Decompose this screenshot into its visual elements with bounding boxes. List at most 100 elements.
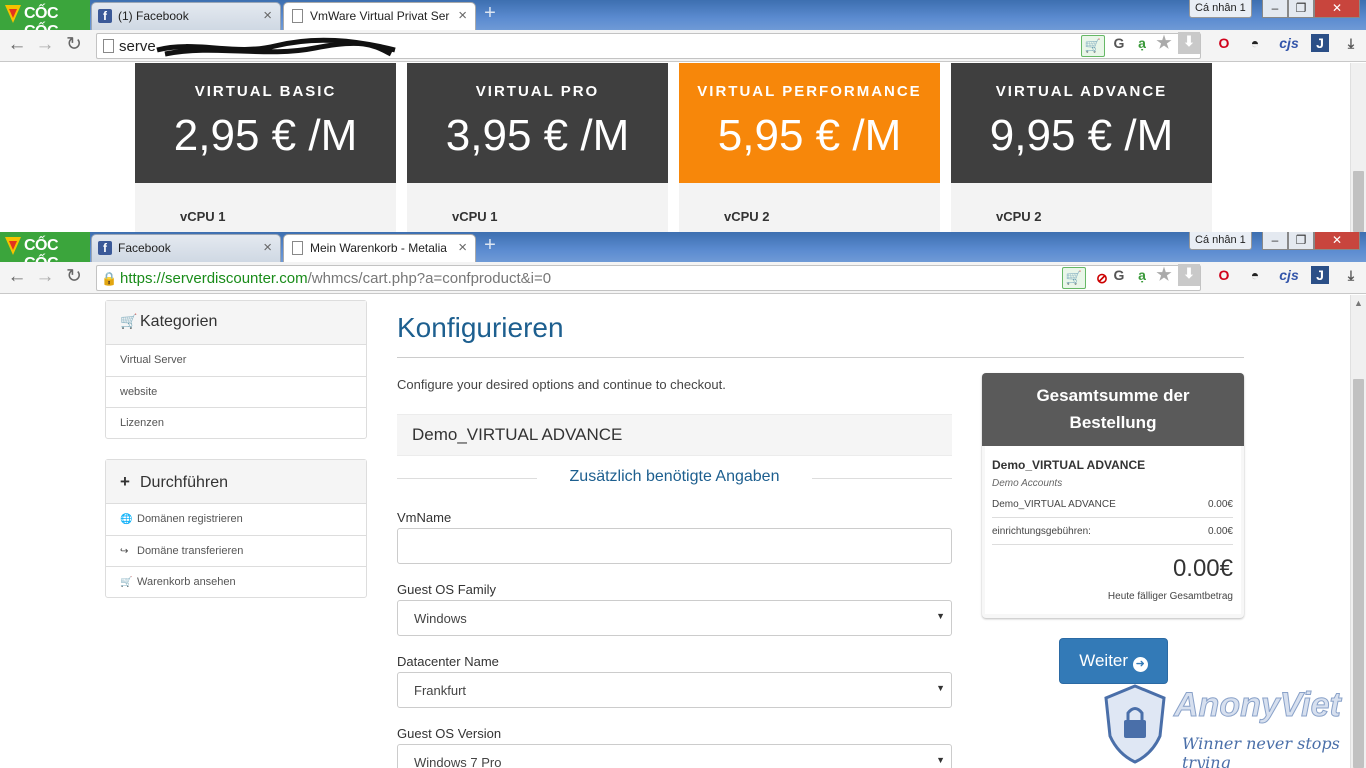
vmname-label: VmName — [397, 510, 452, 525]
forward-button[interactable]: → — [34, 35, 56, 57]
download-media-icon[interactable]: ⬇ — [1178, 32, 1200, 54]
tab-facebook[interactable]: f (1) Facebook × — [91, 2, 281, 30]
pricing-card-basic[interactable]: VIRTUAL BASIC 2,95 € /M vCPU 1 — [135, 63, 396, 232]
summary-setup-label: einrichtungsgebühren: — [992, 526, 1091, 537]
close-tab-icon[interactable]: × — [263, 239, 272, 256]
summary-product: Demo_VIRTUAL ADVANCE — [992, 458, 1146, 472]
pricing-header: VIRTUAL PRO 3,95 € /M — [407, 63, 668, 183]
share-icon: ↪ — [120, 546, 129, 557]
scrollbar-thumb[interactable] — [1353, 379, 1364, 768]
close-window-button[interactable]: ✕ — [1314, 0, 1360, 18]
vietnamese-input-icon[interactable]: ạ — [1133, 266, 1151, 284]
sidebar-item-register-domain[interactable]: 🌐 Domänen registrieren — [106, 504, 366, 535]
scrollbar-thumb[interactable] — [1353, 171, 1364, 232]
cjs-icon[interactable]: cjs — [1278, 34, 1300, 52]
tab-vmware[interactable]: VmWare Virtual Privat Ser × — [283, 2, 476, 30]
translate-icon[interactable]: G — [1110, 34, 1128, 52]
summary-title: Gesamtsumme der Bestellung — [982, 373, 1244, 446]
address-bar[interactable]: 🔒 https://serverdiscounter.com/whmcs/car… — [96, 265, 1201, 291]
restore-button[interactable]: ❐ — [1288, 232, 1314, 250]
shopping-cart-icon[interactable]: 🛒 — [1062, 267, 1086, 289]
summary-total-label: Heute fälliger Gesamtbetrag — [1107, 591, 1233, 602]
vietnamese-input-icon[interactable]: ạ — [1133, 34, 1151, 52]
reload-button[interactable]: ↻ — [63, 35, 85, 57]
opera-icon[interactable]: O — [1215, 266, 1233, 284]
caret-down-icon: ▼ — [936, 683, 945, 693]
summary-title-text: Gesamtsumme der Bestellung — [1036, 386, 1190, 432]
pricing-card-performance[interactable]: VIRTUAL PERFORMANCE 5,95 € /M vCPU 2 — [679, 63, 940, 232]
actions-panel: + Durchführen 🌐 Domänen registrieren ↪ Domä… — [105, 459, 367, 598]
os-family-select[interactable]: Windows ▼ — [397, 600, 952, 636]
section-title: Zusätzlich benötigte Angaben — [569, 468, 780, 485]
close-window-button[interactable]: ✕ — [1314, 232, 1360, 250]
cjs-icon[interactable]: cjs — [1278, 266, 1300, 284]
pricing-card-pro[interactable]: VIRTUAL PRO 3,95 € /M vCPU 1 — [407, 63, 668, 232]
coccoc-logo-icon — [5, 5, 21, 23]
pricing-header: VIRTUAL PERFORMANCE 5,95 € /M — [679, 63, 940, 183]
scrollbar[interactable] — [1350, 63, 1366, 232]
watermark-title: AnonyViet — [1174, 686, 1342, 725]
scrollbar[interactable]: ▲ — [1350, 295, 1366, 768]
restore-button[interactable]: ❐ — [1288, 0, 1314, 18]
incognito-icon[interactable]: ◓ — [1246, 34, 1264, 52]
back-button[interactable]: ← — [6, 35, 28, 57]
translate-icon[interactable]: G — [1110, 266, 1128, 284]
coccoc-brand[interactable]: CỐC CỐC — [0, 0, 90, 40]
os-version-select[interactable]: Windows 7 Pro ▼ — [397, 744, 952, 768]
reload-button[interactable]: ↻ — [63, 267, 85, 289]
extension-icon[interactable]: J — [1311, 266, 1329, 284]
coccoc-brand[interactable]: CỐC CỐC — [0, 232, 90, 272]
new-tab-button[interactable]: + — [479, 235, 501, 256]
continue-button[interactable]: Weiter ➜ — [1059, 638, 1168, 684]
block-icon[interactable]: ⊘ — [1093, 269, 1111, 287]
minimize-button[interactable]: – — [1262, 232, 1288, 250]
downloads-icon[interactable]: ⤓ — [1342, 266, 1360, 284]
downloads-icon[interactable]: ⤓ — [1342, 34, 1360, 52]
pricing-card-advance[interactable]: VIRTUAL ADVANCE 9,95 € /M vCPU 2 — [951, 63, 1212, 232]
os-family-label: Guest OS Family — [397, 582, 496, 597]
summary-group: Demo Accounts — [992, 478, 1063, 489]
shopping-cart-icon[interactable]: 🛒 — [1081, 35, 1105, 57]
back-button[interactable]: ← — [6, 267, 28, 289]
actions-header: + Durchführen — [106, 460, 366, 504]
forward-button[interactable]: → — [34, 267, 56, 289]
close-tab-icon[interactable]: × — [458, 7, 467, 24]
page-title: Konfigurieren — [397, 312, 564, 343]
url-secure-part: https://serverdiscounter.com — [120, 270, 308, 287]
vmname-input[interactable] — [397, 528, 952, 564]
tab-facebook[interactable]: f Facebook × — [91, 234, 281, 262]
download-media-icon[interactable]: ⬇ — [1178, 264, 1200, 286]
incognito-icon[interactable]: ◓ — [1246, 266, 1264, 284]
cart-icon: 🛒 — [120, 577, 133, 588]
extension-icon[interactable]: J — [1311, 34, 1329, 52]
divider — [992, 544, 1233, 545]
profile-button[interactable]: Cá nhân 1 — [1189, 0, 1252, 18]
arrow-circle-right-icon: ➜ — [1132, 657, 1148, 672]
close-tab-icon[interactable]: × — [263, 7, 272, 24]
tab-title: VmWare Virtual Privat Ser — [310, 9, 450, 23]
caret-down-icon: ▼ — [936, 755, 945, 765]
pricing-body: vCPU 1 — [407, 183, 668, 232]
datacenter-select[interactable]: Frankfurt ▼ — [397, 672, 952, 708]
order-summary: Gesamtsumme der Bestellung Demo_VIRTUAL … — [982, 373, 1244, 618]
sidebar-item-view-cart[interactable]: 🛒 Warenkorb ansehen — [106, 566, 366, 597]
opera-icon[interactable]: O — [1215, 34, 1233, 52]
tab-warenkorb[interactable]: Mein Warenkorb - Metalia × — [283, 234, 476, 262]
select-value: Windows 7 Pro — [414, 755, 502, 768]
profile-button[interactable]: Cá nhân 1 — [1189, 232, 1252, 250]
close-tab-icon[interactable]: × — [458, 239, 467, 256]
address-bar[interactable]: serve 🛒 — [96, 33, 1201, 59]
scroll-up-icon[interactable]: ▲ — [1354, 298, 1363, 308]
sidebar-item-transfer-domain[interactable]: ↪ Domäne transferieren — [106, 535, 366, 566]
section-heading: Zusätzlich benötigte Angaben — [397, 468, 952, 488]
sidebar-item-lizenzen[interactable]: Lizenzen — [106, 407, 366, 438]
summary-body: Demo_VIRTUAL ADVANCE Demo Accounts Demo_… — [985, 446, 1241, 614]
sidebar-item-website[interactable]: website — [106, 376, 366, 407]
shield-lock-icon — [1104, 684, 1166, 764]
sidebar-item-virtual-server[interactable]: Virtual Server — [106, 345, 366, 376]
summary-total: 0.00€ — [1172, 555, 1233, 582]
new-tab-button[interactable]: + — [479, 3, 501, 24]
bookmark-star-icon[interactable]: ★ — [1155, 266, 1173, 284]
bookmark-star-icon[interactable]: ★ — [1155, 34, 1173, 52]
minimize-button[interactable]: – — [1262, 0, 1288, 18]
